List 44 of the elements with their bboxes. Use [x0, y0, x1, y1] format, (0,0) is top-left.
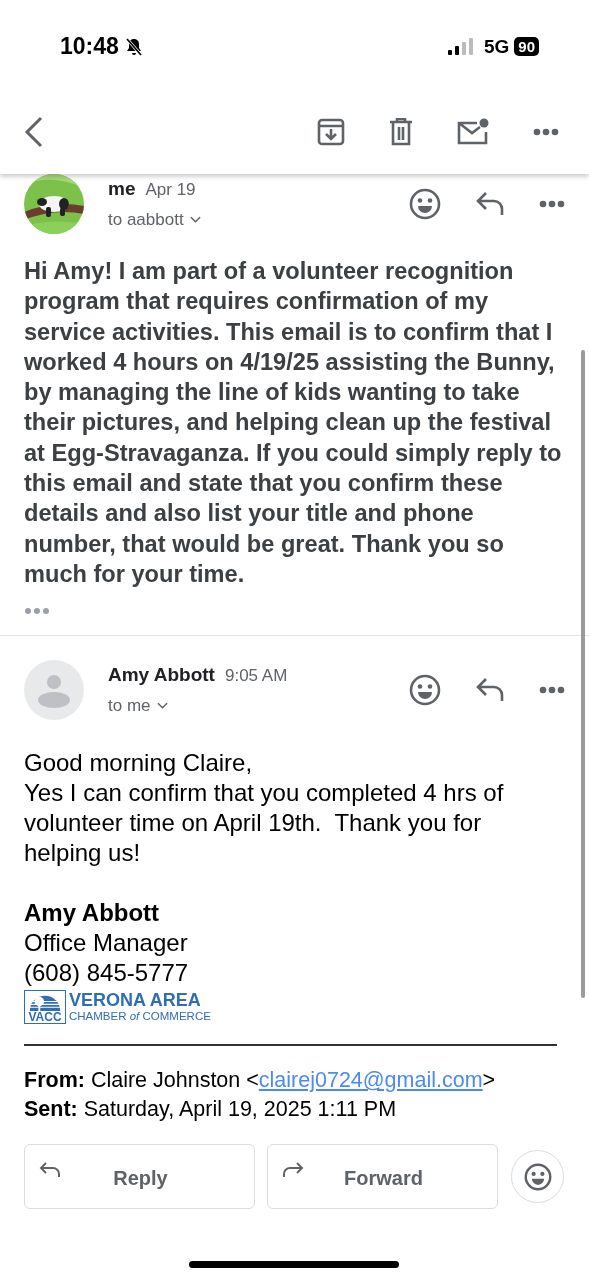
chevron-icon [189, 216, 201, 224]
avatar-icon [24, 660, 84, 721]
sent-line: Sent: Saturday, April 19, 2025 1:11 PM [24, 1096, 398, 1124]
sender-name: me [108, 178, 136, 200]
emoji-icon[interactable] [409, 188, 441, 220]
message-time: 9:05 AM [224, 666, 288, 687]
forward-button[interactable]: Forward [267, 1144, 498, 1210]
message-time: Apr 19 [145, 180, 196, 200]
reply-icon [39, 1161, 61, 1180]
battery-level: 90 [514, 37, 539, 56]
recipient-toggle[interactable]: to aabbott [108, 210, 201, 230]
status-time: 10:48 [60, 33, 119, 60]
emoji-button[interactable] [511, 1150, 564, 1204]
reply-button[interactable]: Reply [24, 1144, 255, 1210]
emoji-icon[interactable] [409, 674, 441, 707]
logo-abbreviation: VACC [28, 1011, 62, 1024]
from-line: From: Claire Johnston <clairej0724@gmail.com> [24, 1067, 497, 1095]
reply-icon[interactable] [475, 191, 505, 217]
mail-unread-icon[interactable] [457, 118, 489, 146]
signature-name: Amy Abbott [24, 898, 161, 929]
message-text: Good morning Claire, [24, 748, 254, 779]
logo-title: VERONA AREA [69, 990, 202, 1011]
message-text: Hi Amy! I am part of a volunteer recognition program that requires confirmation of my service activities. This email is to confirm that I worked 4 hours on 4/19/25 assisting the Bunny, by managing the line of kids wanting to take their pictures, and helping clean up the festival at Egg-Stravaganza. If you could simply reply to this email and state that you confirm these details and also list your title and phone number, that would be great. Thank you so much for your time. [24, 257, 563, 589]
more-icon[interactable] [539, 686, 565, 695]
archive-icon[interactable] [317, 118, 345, 146]
recipient-toggle[interactable]: to me [108, 696, 288, 717]
trimmed-content-icon[interactable] [24, 607, 50, 616]
bell-slash-icon [123, 36, 144, 57]
sender-name: Amy Abbott [108, 664, 215, 687]
network-type: 5G [483, 35, 510, 58]
emoji-icon [523, 1162, 552, 1191]
signature-title: Office Manager [24, 928, 189, 959]
email-link[interactable]: clairej0724@gmail.com [258, 1068, 483, 1093]
more-icon[interactable] [539, 200, 565, 208]
trash-icon[interactable] [389, 118, 413, 146]
logo-subtitle: CHAMBER of COMMERCE [69, 1010, 211, 1024]
back-icon[interactable] [24, 116, 44, 148]
more-icon[interactable] [533, 128, 559, 136]
message-text: Yes I can confirm that you completed 4 hrs of volunteer time on April 19th. Thank you for helping us! [24, 778, 505, 869]
reply-icon[interactable] [475, 677, 505, 704]
signature-phone: (608) 845-5777 [24, 958, 190, 989]
signal-icon [446, 37, 473, 56]
forward-icon [282, 1161, 304, 1180]
chevron-icon [156, 702, 168, 711]
